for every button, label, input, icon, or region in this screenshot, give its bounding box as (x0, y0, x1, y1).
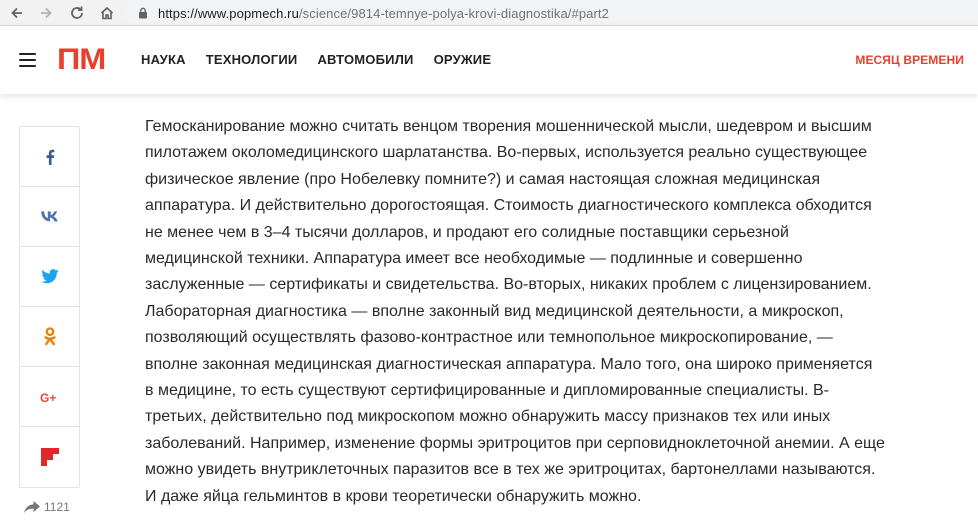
forward-icon[interactable] (35, 2, 57, 24)
article-body: Гемосканирование можно считать венцом тв… (145, 114, 950, 510)
menu-icon[interactable] (19, 53, 36, 67)
share-facebook-button[interactable] (20, 127, 79, 187)
article-line: физическое явление (про Нобелевку помнит… (145, 170, 820, 188)
back-icon[interactable] (6, 2, 28, 24)
lock-icon (138, 7, 148, 19)
share-count-value: 1121 (44, 500, 70, 514)
article-line: вполне законная медицинская диагностичес… (145, 355, 873, 373)
nav-item-cars[interactable]: АВТОМОБИЛИ (317, 52, 413, 67)
share-flipboard-button[interactable] (20, 427, 79, 487)
article-line: заболеваний. Например, изменение формы э… (145, 434, 885, 452)
share-panel: G+ (19, 126, 80, 488)
share-google-plus-button[interactable]: G+ (20, 367, 79, 427)
svg-text:G+: G+ (40, 391, 56, 403)
article-line: в медицине, то есть существуют сертифици… (145, 382, 829, 400)
nav-item-weapons[interactable]: ОРУЖИЕ (434, 52, 492, 67)
article-line: позволяющий осуществлять фазово-контраст… (145, 329, 833, 347)
url-path: /science/9814-temnye-polya-krovi-diagnos… (298, 5, 609, 21)
site-header: ПМ НАУКА ТЕХНОЛОГИИ АВТОМОБИЛИ ОРУЖИЕ МЕ… (0, 26, 978, 94)
browser-toolbar: https://www.popmech.ru/science/9814-temn… (0, 0, 978, 26)
url-domain: https://www.popmech.ru (158, 5, 299, 21)
google-plus-icon: G+ (40, 391, 56, 403)
flipboard-icon (40, 448, 59, 466)
main-nav: НАУКА ТЕХНОЛОГИИ АВТОМОБИЛИ ОРУЖИЕ (141, 52, 491, 67)
article-line: не менее чем в 3–4 тысячи долларов, и пр… (145, 223, 789, 241)
vk-icon (40, 211, 58, 222)
article-line: И даже яйца гельминтов в крови теоретиче… (145, 487, 642, 505)
share-vk-button[interactable] (20, 187, 79, 247)
reload-icon[interactable] (66, 2, 88, 24)
share-arrow-icon (24, 501, 40, 513)
share-odnoklassniki-button[interactable] (20, 307, 79, 367)
share-twitter-button[interactable] (20, 247, 79, 307)
address-bar[interactable]: https://www.popmech.ru/science/9814-temn… (124, 1, 978, 25)
article-line: пилотажем околомедицинского шарлатанства… (145, 144, 868, 162)
nav-item-science[interactable]: НАУКА (141, 52, 186, 67)
special-project-link[interactable]: МЕСЯЦ ВРЕМЕНИ (855, 53, 964, 67)
article-line: можно увидеть внутриклеточных паразитов … (145, 461, 876, 479)
article-line: медицинской техники. Аппаратура имеет вс… (145, 250, 803, 268)
article-line: Гемосканирование можно считать венцом тв… (145, 118, 872, 135)
url-text: https://www.popmech.ru/science/9814-temn… (158, 6, 609, 21)
site-logo[interactable]: ПМ (57, 45, 106, 75)
article-line: аппаратура. И действительно дорогостояща… (145, 197, 872, 215)
twitter-icon (40, 269, 58, 284)
odnoklassniki-icon (43, 327, 56, 346)
nav-item-technology[interactable]: ТЕХНОЛОГИИ (206, 52, 298, 67)
home-icon[interactable] (96, 2, 118, 24)
facebook-icon (46, 149, 54, 165)
article-line: третьих, действительно под микроскопом м… (145, 408, 831, 426)
share-counter: 1121 (24, 500, 70, 514)
article-line: заслуженные — сертификаты и свидетельств… (145, 276, 872, 294)
article-line: Лабораторная диагностика — вполне законн… (145, 302, 844, 320)
